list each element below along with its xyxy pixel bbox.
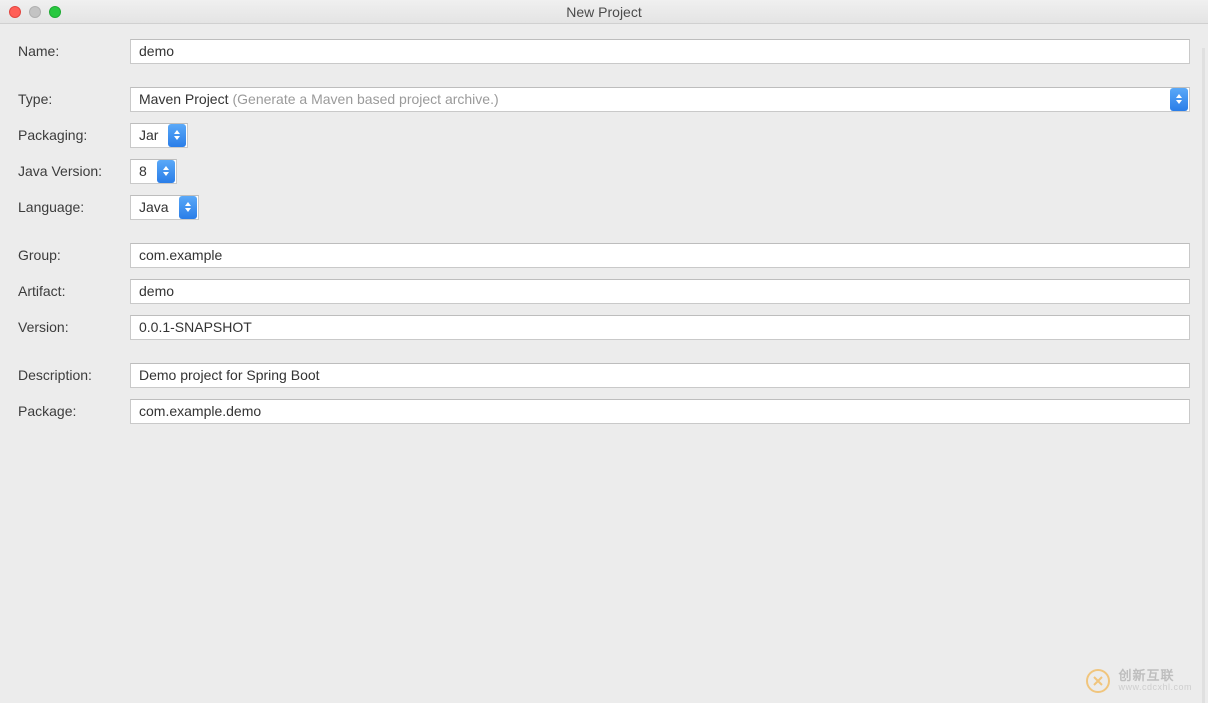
chevron-updown-icon	[179, 196, 197, 219]
watermark-cn: 创新互联	[1118, 669, 1192, 683]
type-hint: (Generate a Maven based project archive.…	[232, 91, 502, 107]
titlebar: New Project	[0, 0, 1208, 24]
group-input[interactable]	[130, 243, 1190, 268]
row-artifact: Artifact:	[18, 278, 1190, 304]
version-input[interactable]	[130, 315, 1190, 340]
label-name: Name:	[18, 43, 130, 59]
chevron-updown-icon	[1170, 88, 1188, 111]
label-description: Description:	[18, 367, 130, 383]
language-value: Java	[139, 199, 173, 215]
row-language: Language: Java	[18, 194, 1190, 220]
window-body: Name: Type: Maven Project (Generate a Ma…	[0, 24, 1208, 703]
row-package: Package:	[18, 398, 1190, 424]
window-controls	[9, 6, 61, 18]
chevron-updown-icon	[157, 160, 175, 183]
label-language: Language:	[18, 199, 130, 215]
right-edge	[1202, 48, 1205, 703]
label-package: Package:	[18, 403, 130, 419]
name-input[interactable]	[130, 39, 1190, 64]
packaging-value: Jar	[139, 127, 162, 143]
row-packaging: Packaging: Jar	[18, 122, 1190, 148]
row-java-version: Java Version: 8	[18, 158, 1190, 184]
artifact-input[interactable]	[130, 279, 1190, 304]
package-input[interactable]	[130, 399, 1190, 424]
label-packaging: Packaging:	[18, 127, 130, 143]
logo-icon	[1086, 669, 1110, 693]
type-value: Maven Project	[139, 91, 232, 107]
row-type: Type: Maven Project (Generate a Maven ba…	[18, 86, 1190, 112]
label-version: Version:	[18, 319, 130, 335]
label-java-version: Java Version:	[18, 163, 130, 179]
language-select[interactable]: Java	[130, 195, 199, 220]
chevron-updown-icon	[168, 124, 186, 147]
packaging-select[interactable]: Jar	[130, 123, 188, 148]
type-select[interactable]: Maven Project (Generate a Maven based pr…	[130, 87, 1190, 112]
java-version-value: 8	[139, 163, 151, 179]
label-type: Type:	[18, 91, 130, 107]
window-title: New Project	[0, 3, 1208, 20]
row-group: Group:	[18, 242, 1190, 268]
java-version-select[interactable]: 8	[130, 159, 177, 184]
row-description: Description:	[18, 362, 1190, 388]
label-group: Group:	[18, 247, 130, 263]
watermark: 创新互联 www.cdcxhl.com	[1086, 669, 1192, 693]
zoom-icon[interactable]	[49, 6, 61, 18]
row-name: Name:	[18, 38, 1190, 64]
label-artifact: Artifact:	[18, 283, 130, 299]
description-input[interactable]	[130, 363, 1190, 388]
row-version: Version:	[18, 314, 1190, 340]
watermark-en: www.cdcxhl.com	[1118, 683, 1192, 693]
minimize-icon	[29, 6, 41, 18]
close-icon[interactable]	[9, 6, 21, 18]
new-project-form: Name: Type: Maven Project (Generate a Ma…	[0, 24, 1208, 448]
